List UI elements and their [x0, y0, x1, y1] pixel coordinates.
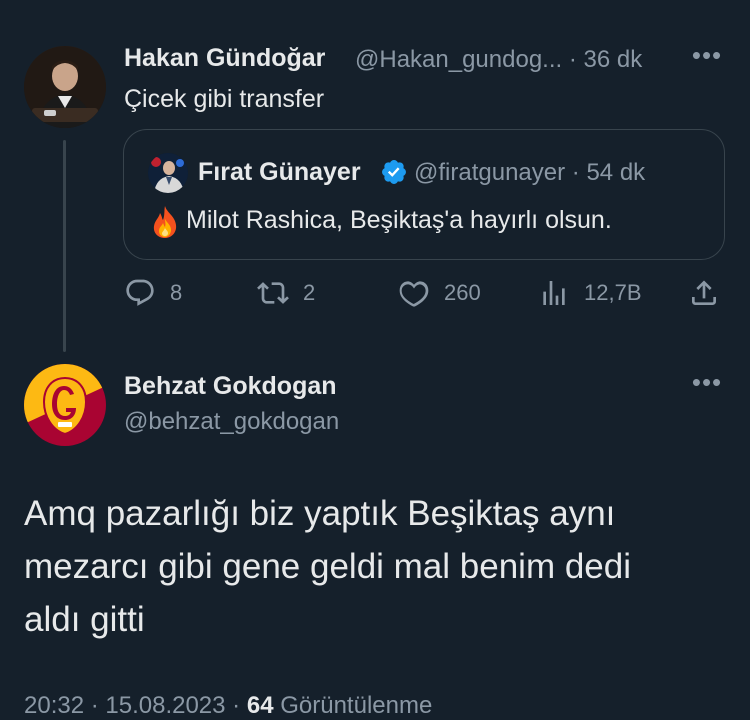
- avatar-firat[interactable]: [148, 153, 188, 193]
- parent-tweet-time[interactable]: 36 dk: [584, 46, 643, 73]
- quoted-tweet-time[interactable]: 54 dk: [586, 159, 645, 186]
- reply-count: 8: [170, 280, 183, 305]
- views-button[interactable]: 12,7B: [538, 276, 642, 310]
- tweet-text-line: mezarcı gibi gene geldi mal benim dedi: [24, 547, 631, 586]
- parent-author-handle[interactable]: @Hakan_gundog...: [355, 46, 562, 73]
- quoted-author-meta: @firatgunayer · 54 dk: [414, 159, 645, 187]
- avatar-hakan[interactable]: [24, 46, 106, 128]
- meta-separator: ·: [568, 46, 577, 73]
- thread-connector-line: [63, 140, 66, 352]
- retweet-button[interactable]: 2: [257, 276, 315, 310]
- parent-author-meta: @Hakan_gundog... · 36 dk: [355, 46, 642, 74]
- tweet-footer: 20:32 · 15.08.2023 · 64 Görüntülenme: [24, 692, 432, 720]
- more-options-icon[interactable]: •••: [690, 367, 724, 401]
- tweet-text-line: aldı gitti: [24, 600, 145, 639]
- avatar-firat-image: [148, 153, 188, 193]
- quoted-tweet-text: Milot Rashica, Beşiktaş'a hayırlı olsun.: [186, 206, 612, 234]
- parent-author-name[interactable]: Hakan Gündoğar: [124, 44, 325, 73]
- heart-icon: [399, 281, 429, 307]
- avatar-behzat[interactable]: [24, 364, 106, 446]
- more-options-icon[interactable]: •••: [690, 40, 724, 74]
- author-name[interactable]: Behzat Gokdogan: [124, 372, 337, 401]
- parent-tweet-text: Çicek gibi transfer: [124, 85, 325, 113]
- verified-badge-icon: [380, 158, 408, 186]
- bar-chart-icon: [543, 281, 565, 305]
- tweet-text-line: Amq pazarlığı biz yaptık Beşiktaş aynı: [24, 494, 616, 533]
- author-handle[interactable]: @behzat_gokdogan: [124, 408, 339, 436]
- galatasaray-logo-avatar: [24, 364, 106, 446]
- tweet-text: Amq pazarlığı biz yaptık Beşiktaş aynı m…: [24, 487, 724, 646]
- quoted-tweet-card[interactable]: [123, 129, 725, 260]
- like-button[interactable]: 260: [398, 276, 481, 310]
- retweet-count: 2: [303, 280, 316, 305]
- share-icon: [692, 280, 716, 305]
- retweet-icon: [257, 282, 289, 304]
- meta-separator: ·: [571, 159, 580, 186]
- fire-icon: [150, 205, 180, 239]
- like-count: 260: [444, 280, 481, 305]
- avatar-hakan-image: [24, 46, 106, 128]
- reply-button[interactable]: 8: [124, 276, 182, 310]
- reply-icon: [126, 279, 154, 306]
- share-button[interactable]: [688, 276, 720, 310]
- views-count: 12,7B: [584, 280, 642, 305]
- quoted-author-handle[interactable]: @firatgunayer: [414, 159, 565, 186]
- quoted-author-name[interactable]: Fırat Günayer: [198, 158, 361, 187]
